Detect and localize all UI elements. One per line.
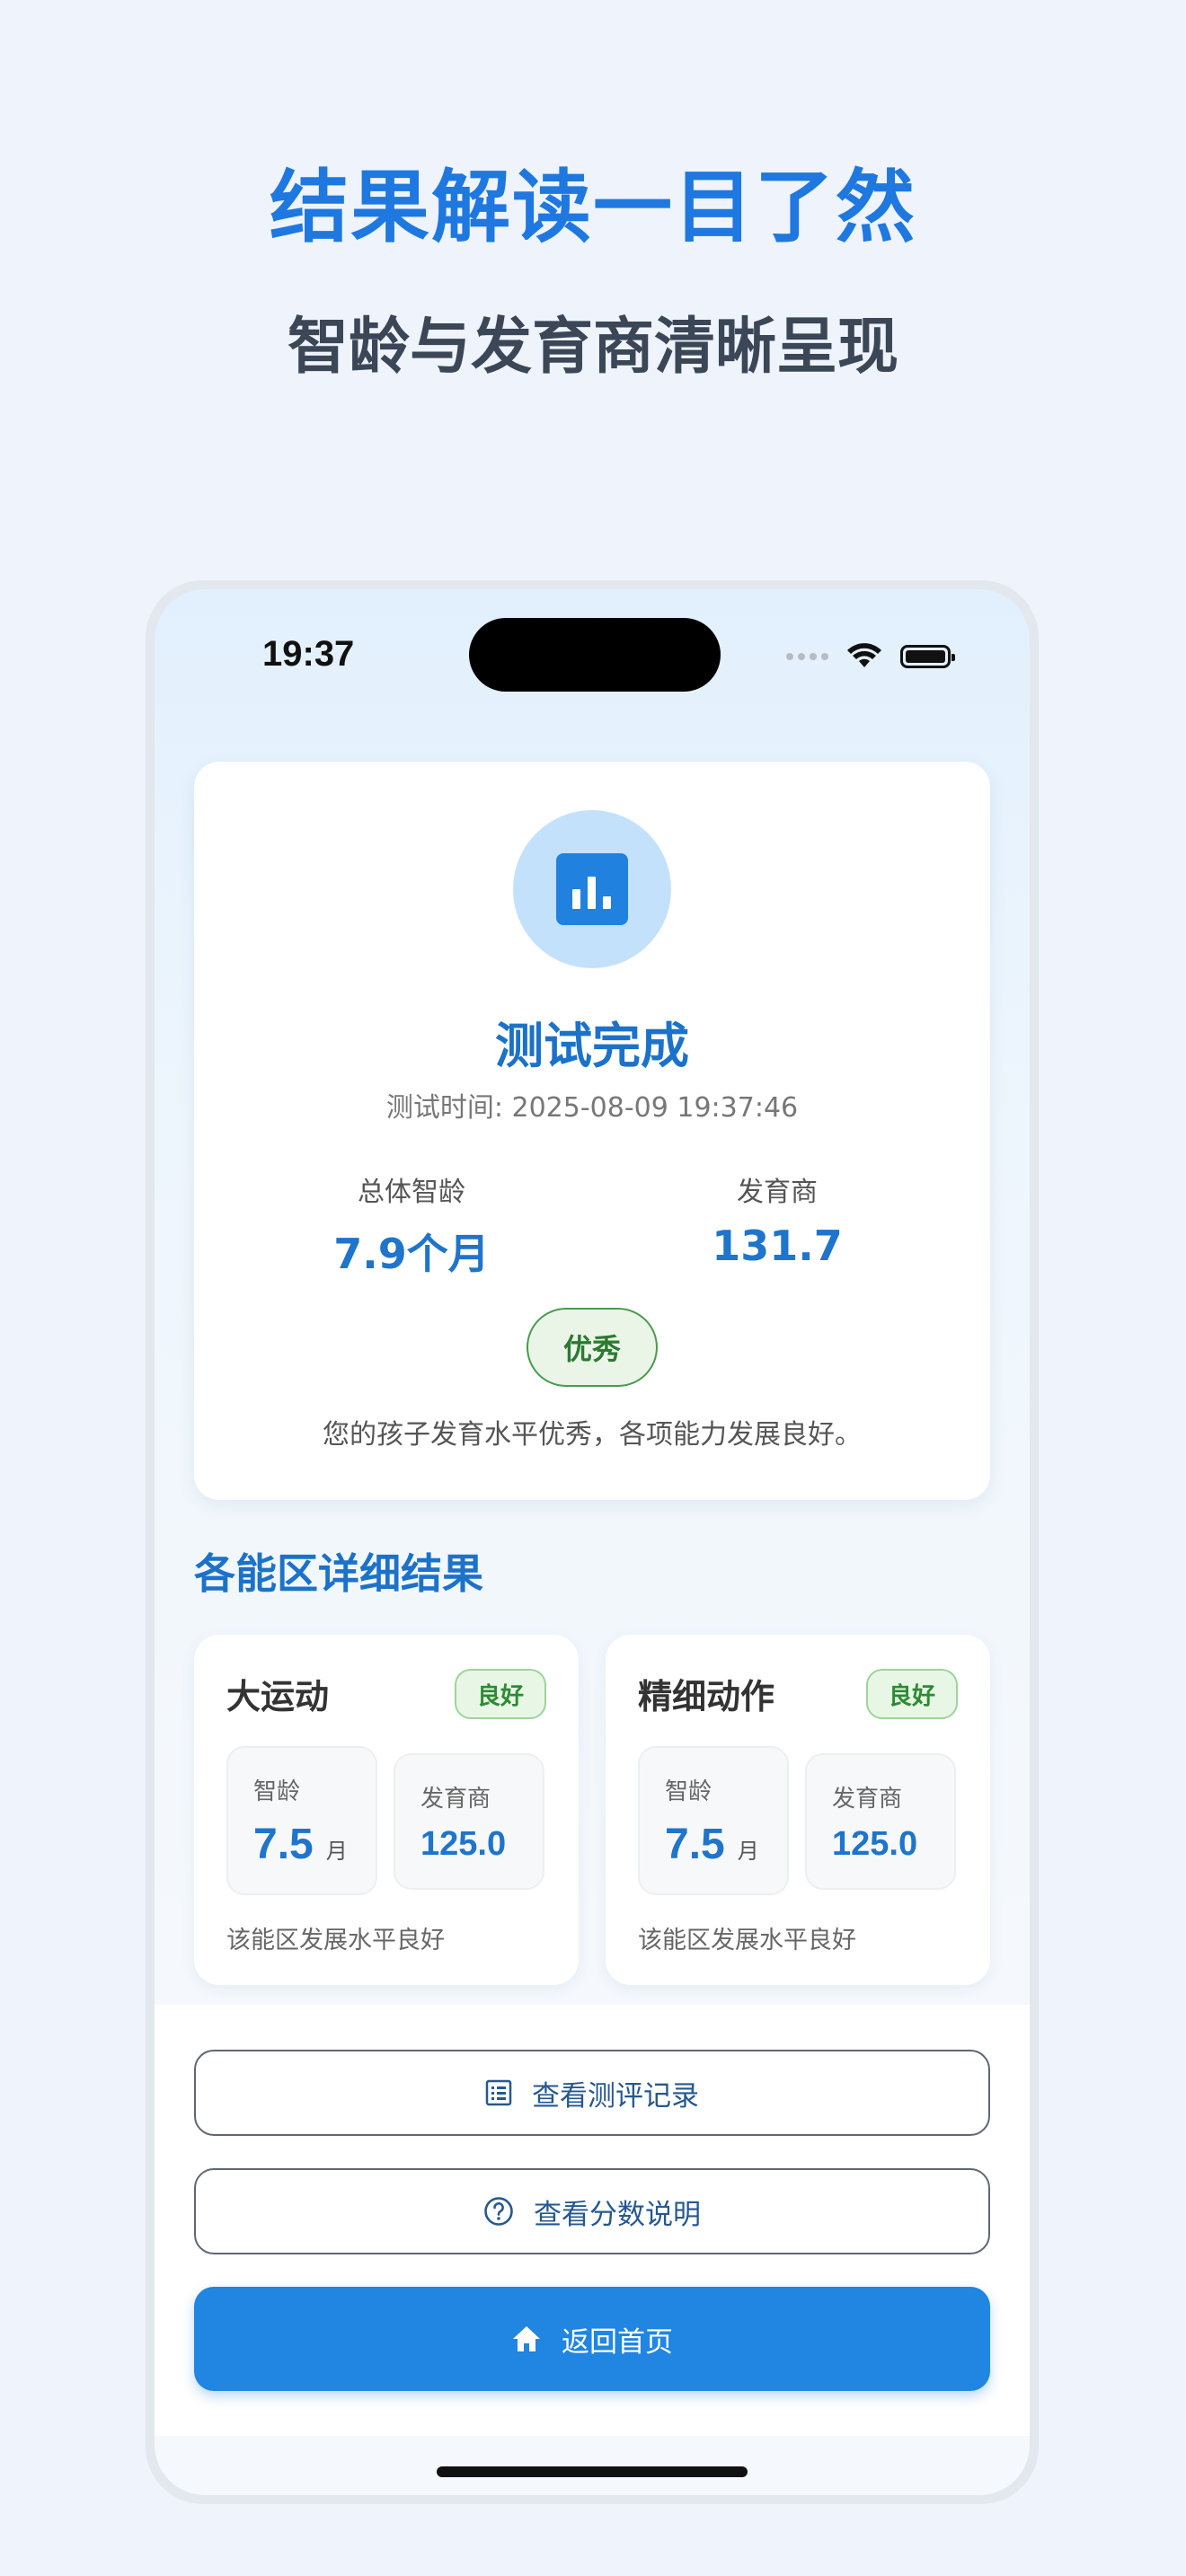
area-badge: 良好 — [455, 1669, 546, 1719]
bar-chart-icon — [513, 810, 671, 968]
overall-age-label: 总体智龄 — [358, 1177, 465, 1208]
view-score-help-button[interactable]: 查看分数说明 — [194, 2168, 990, 2254]
dynamic-island — [469, 618, 721, 692]
area-dq-label: 发育商 — [832, 1786, 903, 1813]
phone-frame: 19:37 测试完成 测试时间: 2025-08-09 19:37:46 总体智… — [146, 580, 1039, 2504]
wifi-icon — [847, 643, 881, 667]
area-dq-label: 发育商 — [420, 1786, 491, 1813]
dq-label: 发育商 — [737, 1177, 818, 1208]
dq-value: 131.7 — [712, 1222, 843, 1270]
area-age-value: 7.5 — [253, 1821, 314, 1868]
area-age-value: 7.5 — [665, 1821, 725, 1868]
area-name: 大运动 — [226, 1677, 330, 1716]
back-home-label: 返回首页 — [562, 2325, 673, 2359]
area-badge: 良好 — [866, 1669, 958, 1719]
area-age-box: 智龄 7.5 月 — [226, 1746, 377, 1895]
overall-age-stat: 总体智龄 7.9个月 — [277, 1169, 546, 1281]
result-summary: 您的孩子发育水平优秀，各项能力发展良好。 — [323, 1419, 862, 1451]
home-indicator[interactable] — [437, 2466, 748, 2477]
list-icon — [485, 2079, 512, 2106]
overall-age-value: 7.9个月 — [333, 1230, 490, 1278]
phone-screen: 19:37 测试完成 测试时间: 2025-08-09 19:37:46 总体智… — [155, 589, 1030, 2495]
area-desc: 该能区发展水平良好 — [226, 1927, 445, 1954]
status-time: 19:37 — [262, 634, 355, 674]
area-dq-value: 125.0 — [420, 1825, 507, 1863]
view-history-label: 查看测评记录 — [532, 2079, 699, 2113]
areas-section-title: 各能区详细结果 — [194, 1549, 483, 1598]
area-age-label: 智龄 — [253, 1778, 301, 1805]
area-dq-box: 发育商 125.0 — [394, 1753, 544, 1890]
area-age-box: 智龄 7.5 月 — [638, 1746, 789, 1895]
home-icon — [513, 2326, 540, 2351]
area-age-unit: 月 — [325, 1839, 348, 1864]
result-title: 测试完成 — [495, 1018, 689, 1074]
area-card-gross-motor[interactable]: 大运动 良好 智龄 7.5 月 发育商 125.0 该能区发展水平良好 — [194, 1635, 579, 1985]
question-circle-icon — [484, 2197, 513, 2226]
back-home-button[interactable]: 返回首页 — [194, 2287, 990, 2391]
promo-subline: 智龄与发育商清晰呈现 — [287, 312, 898, 383]
bottom-action-panel: 查看测评记录 查看分数说明 返回首页 — [155, 2005, 1030, 2436]
battery-icon — [900, 645, 955, 668]
view-score-help-label: 查看分数说明 — [534, 2198, 701, 2231]
area-name: 精细动作 — [638, 1677, 775, 1716]
area-desc: 该能区发展水平良好 — [638, 1927, 856, 1954]
promo-headline: 结果解读一目了然 — [269, 161, 916, 253]
signal-icon — [786, 653, 828, 660]
test-time: 测试时间: 2025-08-09 19:37:46 — [385, 1092, 799, 1124]
area-dq-box: 发育商 125.0 — [805, 1753, 956, 1890]
area-age-label: 智龄 — [665, 1778, 712, 1805]
status-icons — [786, 643, 955, 670]
area-dq-value: 125.0 — [832, 1825, 918, 1863]
result-summary-card: 测试完成 测试时间: 2025-08-09 19:37:46 总体智龄 7.9个… — [194, 762, 990, 1500]
dq-stat: 发育商 131.7 — [642, 1169, 912, 1270]
level-badge: 优秀 — [527, 1308, 658, 1387]
area-age-unit: 月 — [737, 1839, 759, 1864]
view-history-button[interactable]: 查看测评记录 — [194, 2050, 990, 2136]
area-card-fine-motor[interactable]: 精细动作 良好 智龄 7.5 月 发育商 125.0 该能区发展水平良好 — [606, 1635, 990, 1985]
